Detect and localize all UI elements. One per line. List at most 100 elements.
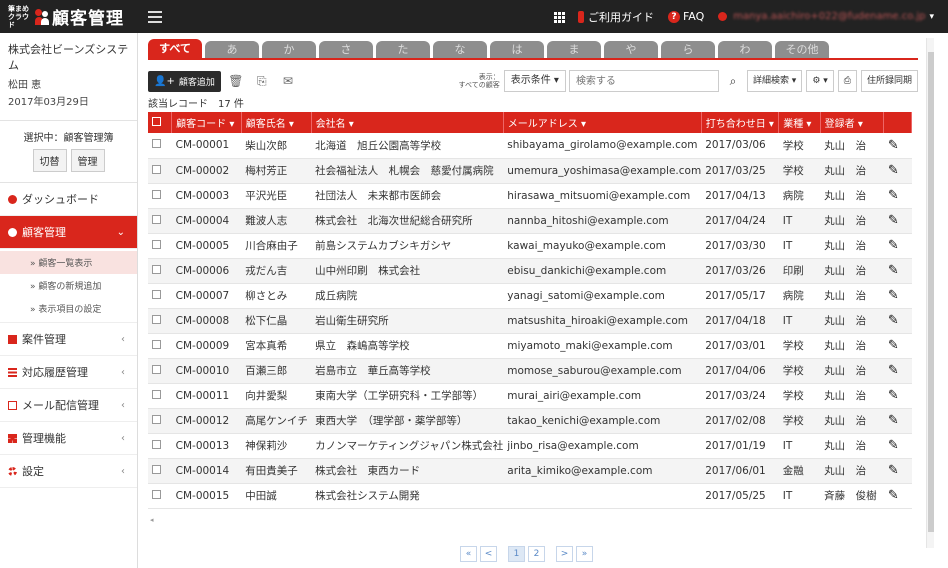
row-checkbox[interactable] bbox=[152, 264, 161, 274]
tab-5[interactable]: な bbox=[433, 41, 487, 58]
table-row[interactable]: CM-00015 中田誠 株式会社システム開発 2017/05/25 IT 斉藤 俊樹 ✎ bbox=[148, 483, 912, 509]
page-button-1[interactable]: < bbox=[480, 546, 497, 562]
sub-display-settings[interactable]: » 表示項目の設定 bbox=[0, 297, 137, 320]
tab-6[interactable]: は bbox=[490, 41, 544, 58]
edit-icon[interactable]: ✎ bbox=[888, 313, 899, 328]
user-menu[interactable]: manya.aaichiro+022@fudename.co.jp ▾ bbox=[718, 11, 934, 22]
row-checkbox[interactable] bbox=[152, 439, 161, 449]
tab-1[interactable]: あ bbox=[205, 41, 259, 58]
nav-dashboard[interactable]: ダッシュボード bbox=[0, 183, 137, 216]
edit-icon[interactable]: ✎ bbox=[888, 338, 899, 353]
vertical-scrollbar[interactable] bbox=[926, 38, 934, 548]
tab-2[interactable]: か bbox=[262, 41, 316, 58]
col-email[interactable]: メールアドレス ▾ bbox=[503, 112, 702, 133]
row-checkbox[interactable] bbox=[152, 239, 161, 249]
row-checkbox[interactable] bbox=[152, 214, 161, 224]
edit-icon[interactable]: ✎ bbox=[888, 213, 899, 228]
table-row[interactable]: CM-00006 戎だん吉 山中州印刷 株式会社 ebisu_dankichi@exa… bbox=[148, 258, 912, 284]
export-icon[interactable]: ⎘ bbox=[251, 74, 273, 89]
nav-customer[interactable]: 顧客管理 ⌄ bbox=[0, 216, 137, 249]
row-checkbox[interactable] bbox=[152, 414, 161, 424]
search-input[interactable] bbox=[568, 70, 719, 92]
horizontal-scroll[interactable]: ◂ bbox=[150, 516, 920, 524]
scroll-thumb[interactable] bbox=[928, 52, 934, 532]
row-checkbox[interactable] bbox=[152, 139, 161, 149]
row-checkbox[interactable] bbox=[152, 314, 161, 324]
row-checkbox[interactable] bbox=[152, 464, 161, 474]
edit-icon[interactable]: ✎ bbox=[888, 413, 899, 428]
table-row[interactable]: CM-00008 松下仁晶 岩山衛生研究所 matsushita_hiroaki@ex… bbox=[148, 308, 912, 334]
brand[interactable]: 筆まめ クラウド 顧客管理 bbox=[0, 0, 138, 33]
row-checkbox[interactable] bbox=[152, 339, 161, 349]
tab-0[interactable]: すべて bbox=[148, 39, 202, 58]
edit-icon[interactable]: ✎ bbox=[888, 438, 899, 453]
edit-icon[interactable]: ✎ bbox=[888, 388, 899, 403]
edit-icon[interactable]: ✎ bbox=[888, 363, 899, 378]
table-row[interactable]: CM-00004 難波人志 株式会社 北海次世紀総合研究所 nannba_hitosh… bbox=[148, 208, 912, 234]
tab-9[interactable]: ら bbox=[661, 41, 715, 58]
detail-search-button[interactable]: 詳細検索 ▾ bbox=[746, 70, 803, 92]
table-row[interactable]: CM-00002 梅村芳正 社会福祉法人 札幌会 慈愛付属病院 umemura_yos… bbox=[148, 158, 912, 184]
edit-icon[interactable]: ✎ bbox=[888, 163, 899, 178]
tab-8[interactable]: や bbox=[604, 41, 658, 58]
nav-settings[interactable]: 設定 ‹ bbox=[0, 455, 137, 488]
select-all-checkbox[interactable] bbox=[148, 112, 173, 133]
sub-customer-add[interactable]: » 顧客の新規追加 bbox=[0, 274, 137, 297]
guide-link[interactable]: ご利用ガイド bbox=[577, 9, 654, 25]
table-row[interactable]: CM-00011 向井愛梨 東南大学（工学研究科・工学部等） murai_airi@e… bbox=[148, 383, 912, 409]
tab-3[interactable]: さ bbox=[319, 41, 373, 58]
apps-grid-button[interactable] bbox=[553, 11, 565, 23]
col-industry[interactable]: 業種 ▾ bbox=[778, 112, 821, 133]
page-button-2[interactable]: 1 bbox=[508, 546, 525, 562]
faq-link[interactable]: ? FAQ bbox=[667, 10, 704, 23]
page-button-3[interactable]: 2 bbox=[528, 546, 545, 562]
row-checkbox[interactable] bbox=[152, 164, 161, 174]
edit-icon[interactable]: ✎ bbox=[888, 263, 899, 278]
col-meeting-date[interactable]: 打ち合わせ日 ▾ bbox=[701, 112, 780, 133]
sub-customer-list[interactable]: » 顧客一覧表示 bbox=[0, 251, 137, 274]
switch-button[interactable]: 切替 bbox=[32, 149, 67, 172]
table-row[interactable]: CM-00010 百瀬三郎 岩島市立 華丘高等学校 momose_saburou@ex… bbox=[148, 358, 912, 384]
print-icon[interactable]: ⎙ bbox=[837, 70, 857, 92]
tab-11[interactable]: その他 bbox=[775, 41, 829, 58]
table-row[interactable]: CM-00013 神保莉沙 カノンマーケティングジャパン株式会社 jinbo_risa… bbox=[148, 433, 912, 459]
nav-mail[interactable]: メール配信管理 ‹ bbox=[0, 389, 137, 422]
edit-icon[interactable]: ✎ bbox=[888, 188, 899, 203]
add-customer-button[interactable]: 👤+ 顧客追加 bbox=[148, 70, 221, 92]
col-name[interactable]: 顧客氏名 ▾ bbox=[241, 112, 312, 133]
mail-icon[interactable]: ✉ bbox=[277, 74, 299, 88]
edit-icon[interactable]: ✎ bbox=[888, 463, 899, 478]
page-button-4[interactable]: > bbox=[556, 546, 573, 562]
tab-7[interactable]: ま bbox=[547, 41, 601, 58]
tab-10[interactable]: わ bbox=[718, 41, 772, 58]
search-icon[interactable]: ⌕ bbox=[723, 74, 743, 89]
table-row[interactable]: CM-00005 川合麻由子 前島システムカブシキガシヤ kawai_mayuko@e… bbox=[148, 233, 912, 259]
row-checkbox[interactable] bbox=[152, 289, 161, 299]
page-button-5[interactable]: » bbox=[576, 546, 593, 562]
nav-project[interactable]: 案件管理 ‹ bbox=[0, 323, 137, 356]
table-row[interactable]: CM-00001 柴山次郎 北海道 旭丘公園高等学校 shibayama_girola… bbox=[148, 133, 912, 159]
edit-icon[interactable]: ✎ bbox=[888, 238, 899, 253]
row-checkbox[interactable] bbox=[152, 189, 161, 199]
table-row[interactable]: CM-00003 平沢光臣 社団法人 未来都市医師会 hirasawa_mitsuom… bbox=[148, 183, 912, 209]
row-checkbox[interactable] bbox=[152, 364, 161, 374]
tab-4[interactable]: た bbox=[376, 41, 430, 58]
edit-icon[interactable]: ✎ bbox=[888, 288, 899, 303]
condition-select[interactable]: 表示条件 ▾ bbox=[503, 70, 566, 92]
table-row[interactable]: CM-00007 柳さとみ 成丘病院 yanagi_satomi@example.co… bbox=[148, 283, 912, 309]
table-row[interactable]: CM-00014 有田貴美子 株式会社 東西カード arita_kimiko@exam… bbox=[148, 458, 912, 484]
page-button-0[interactable]: « bbox=[460, 546, 477, 562]
manage-button[interactable]: 管理 bbox=[70, 149, 105, 172]
edit-icon[interactable]: ✎ bbox=[888, 138, 899, 153]
row-checkbox[interactable] bbox=[152, 389, 161, 399]
trash-icon[interactable]: 🗑 bbox=[225, 74, 247, 88]
edit-icon[interactable]: ✎ bbox=[888, 488, 899, 503]
nav-history[interactable]: 対応履歴管理 ‹ bbox=[0, 356, 137, 389]
gear-icon[interactable]: ⚙ ▾ bbox=[806, 70, 834, 92]
col-registrant[interactable]: 登録者 ▾ bbox=[820, 112, 885, 133]
col-code[interactable]: 顧客コード ▾ bbox=[171, 112, 242, 133]
menu-toggle-icon[interactable] bbox=[148, 10, 162, 23]
address-sync-button[interactable]: 住所録同期 bbox=[860, 70, 918, 92]
nav-admin[interactable]: 管理機能 ‹ bbox=[0, 422, 137, 455]
row-checkbox[interactable] bbox=[152, 489, 161, 499]
